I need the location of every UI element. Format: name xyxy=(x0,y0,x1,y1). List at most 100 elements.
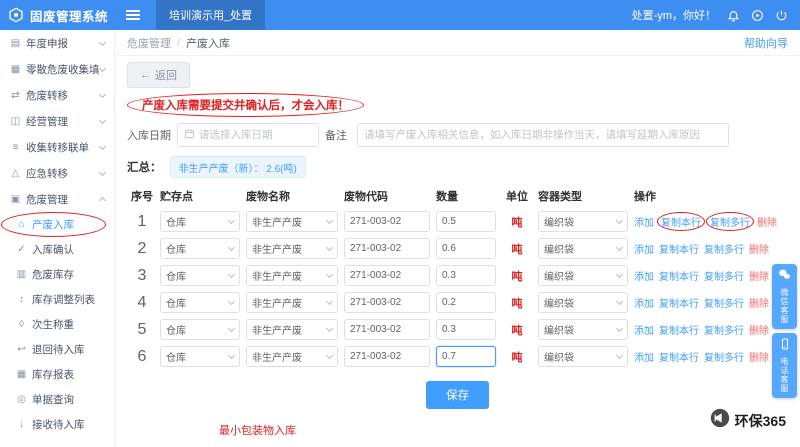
quantity-input[interactable] xyxy=(436,265,496,286)
sidebar-item-5[interactable]: ≡ 收集转移联单 xyxy=(0,134,114,160)
waste-code-input[interactable] xyxy=(344,292,430,313)
sidebar-item-7[interactable]: ▣ 危废管理 xyxy=(0,186,114,212)
sidebar-item-11[interactable]: ↕ 库存调整列表 xyxy=(0,287,114,312)
bell-icon[interactable] xyxy=(727,9,740,22)
breadcrumb-item[interactable]: 危废管理 xyxy=(127,35,171,51)
delete-link[interactable]: 删除 xyxy=(749,322,769,337)
sidebar-item-8[interactable]: ⌂ 产废入库 xyxy=(0,212,114,237)
quantity-input[interactable] xyxy=(436,292,496,313)
storage-select[interactable]: 仓库 xyxy=(160,238,240,259)
copy-row-link[interactable]: 复制本行 xyxy=(659,268,699,283)
waste-name-select[interactable]: 非生产产废 xyxy=(246,211,338,232)
remark-field[interactable] xyxy=(357,123,729,147)
sidebar-item-label: 入库确认 xyxy=(32,244,74,256)
copy-multi-link[interactable]: 复制多行 xyxy=(704,295,744,310)
copy-row-link[interactable]: 复制本行 xyxy=(659,349,699,364)
copy-multi-link[interactable]: 复制多行 xyxy=(706,212,754,231)
waste-name-select[interactable]: 非生产产废 xyxy=(246,319,338,340)
float-wechat-button[interactable]: 微信客服 xyxy=(772,264,797,329)
add-link[interactable]: 添加 xyxy=(634,241,654,256)
add-link[interactable]: 添加 xyxy=(634,349,654,364)
waste-code-input[interactable] xyxy=(344,211,430,232)
delete-link[interactable]: 删除 xyxy=(749,268,769,283)
add-link[interactable]: 添加 xyxy=(634,268,654,283)
container-select[interactable]: 编织袋 xyxy=(538,292,628,313)
sidebar-item-13[interactable]: ↩ 退回待入库 xyxy=(0,337,114,362)
sidebar-item-15[interactable]: ◎ 单据查询 xyxy=(0,387,114,412)
help-guide-link[interactable]: 帮助向导 xyxy=(744,35,788,51)
storage-select[interactable]: 仓库 xyxy=(160,319,240,340)
sidebar-item-1[interactable]: ▤ 年度申报 xyxy=(0,30,114,56)
copy-row-link[interactable]: 复制本行 xyxy=(659,322,699,337)
waste-name-select[interactable]: 非生产产废 xyxy=(246,346,338,367)
back-button[interactable]: ← 返回 xyxy=(127,62,190,88)
delete-link[interactable]: 删除 xyxy=(749,349,769,364)
inventory-icon: ▥ xyxy=(16,269,27,280)
quantity-input[interactable] xyxy=(436,319,496,340)
date-input[interactable] xyxy=(199,129,312,141)
return-icon: ↩ xyxy=(17,344,26,355)
container-select[interactable]: 编织袋 xyxy=(538,346,628,367)
sidebar-item-6[interactable]: △ 应急转移 xyxy=(0,160,114,186)
power-icon[interactable] xyxy=(775,9,788,22)
waste-code-input[interactable] xyxy=(344,319,430,340)
container-select[interactable]: 编织袋 xyxy=(538,265,628,286)
unit-cell: 吨 xyxy=(499,294,535,312)
container-select[interactable]: 编织袋 xyxy=(538,319,628,340)
hamburger-menu-icon[interactable] xyxy=(126,14,141,16)
wechat-icon xyxy=(778,268,791,286)
container-select[interactable]: 编织袋 xyxy=(538,238,628,259)
operations-cell: 添加 复制本行 复制多行 删除 xyxy=(631,295,788,310)
copy-row-link[interactable]: 复制本行 xyxy=(659,241,699,256)
play-circle-icon[interactable] xyxy=(751,9,764,22)
add-link[interactable]: 添加 xyxy=(634,295,654,310)
sidebar-item-4[interactable]: ◫ 经营管理 xyxy=(0,108,114,134)
waste-name-select[interactable]: 非生产产废 xyxy=(246,238,338,259)
copy-multi-link[interactable]: 复制多行 xyxy=(704,241,744,256)
copy-row-link[interactable]: 复制本行 xyxy=(659,295,699,310)
sidebar-item-10[interactable]: ▥ 危废库存 xyxy=(0,262,114,287)
delete-link[interactable]: 删除 xyxy=(757,214,777,229)
unit-cell: 吨 xyxy=(499,267,535,285)
storage-select[interactable]: 仓库 xyxy=(160,346,240,367)
breadcrumb-separator: / xyxy=(177,36,181,49)
copy-multi-link[interactable]: 复制多行 xyxy=(704,268,744,283)
sidebar-item-3[interactable]: ⇄ 危废转移 xyxy=(0,82,114,108)
date-field[interactable] xyxy=(177,123,319,147)
waste-code-input[interactable] xyxy=(344,346,430,367)
storage-select[interactable]: 仓库 xyxy=(160,265,240,286)
active-workspace-tab[interactable]: 培训演示用_处置 xyxy=(156,0,266,30)
sidebar-item-16[interactable]: ↓ 接收待入库 xyxy=(0,412,114,437)
delete-link[interactable]: 删除 xyxy=(749,295,769,310)
container-select[interactable]: 编织袋 xyxy=(538,211,628,232)
copy-multi-link[interactable]: 复制多行 xyxy=(704,349,744,364)
sidebar-item-9[interactable]: ✓ 入库确认 xyxy=(0,237,114,262)
add-link[interactable]: 添加 xyxy=(634,322,654,337)
waste-name-select[interactable]: 非生产产废 xyxy=(246,292,338,313)
waste-code-input[interactable] xyxy=(344,265,430,286)
unit-label: 吨 xyxy=(511,243,523,256)
copy-multi-link[interactable]: 复制多行 xyxy=(704,322,744,337)
sidebar-item-2[interactable]: ▦ 零散危废收集填报 xyxy=(0,56,114,82)
unit-label: 吨 xyxy=(511,270,523,283)
waste-name-select[interactable]: 非生产产废 xyxy=(246,265,338,286)
quantity-input[interactable] xyxy=(436,238,496,259)
save-button[interactable]: 保存 xyxy=(426,381,489,409)
user-greeting: 处置-ym，你好！ xyxy=(631,10,716,22)
copy-row-link[interactable]: 复制本行 xyxy=(657,212,705,231)
waste-code-input[interactable] xyxy=(344,238,430,259)
remark-input[interactable] xyxy=(364,129,722,141)
sidebar-item-14[interactable]: ▦ 库存报表 xyxy=(0,362,114,387)
sidebar-item-12[interactable]: ◊ 次生称重 xyxy=(0,312,114,337)
delete-link[interactable]: 删除 xyxy=(749,241,769,256)
adjust-icon: ↕ xyxy=(19,294,24,305)
storage-select[interactable]: 仓库 xyxy=(160,211,240,232)
quantity-input[interactable] xyxy=(436,211,496,232)
column-header: 废物名称 xyxy=(246,191,290,203)
add-link[interactable]: 添加 xyxy=(634,214,654,229)
operations-cell: 添加 复制本行 复制多行 删除 xyxy=(631,349,788,364)
quantity-input[interactable] xyxy=(436,346,496,367)
float-phone-button[interactable]: 电话客服 xyxy=(772,333,797,398)
waste-code-cell xyxy=(341,346,433,367)
storage-select[interactable]: 仓库 xyxy=(160,292,240,313)
